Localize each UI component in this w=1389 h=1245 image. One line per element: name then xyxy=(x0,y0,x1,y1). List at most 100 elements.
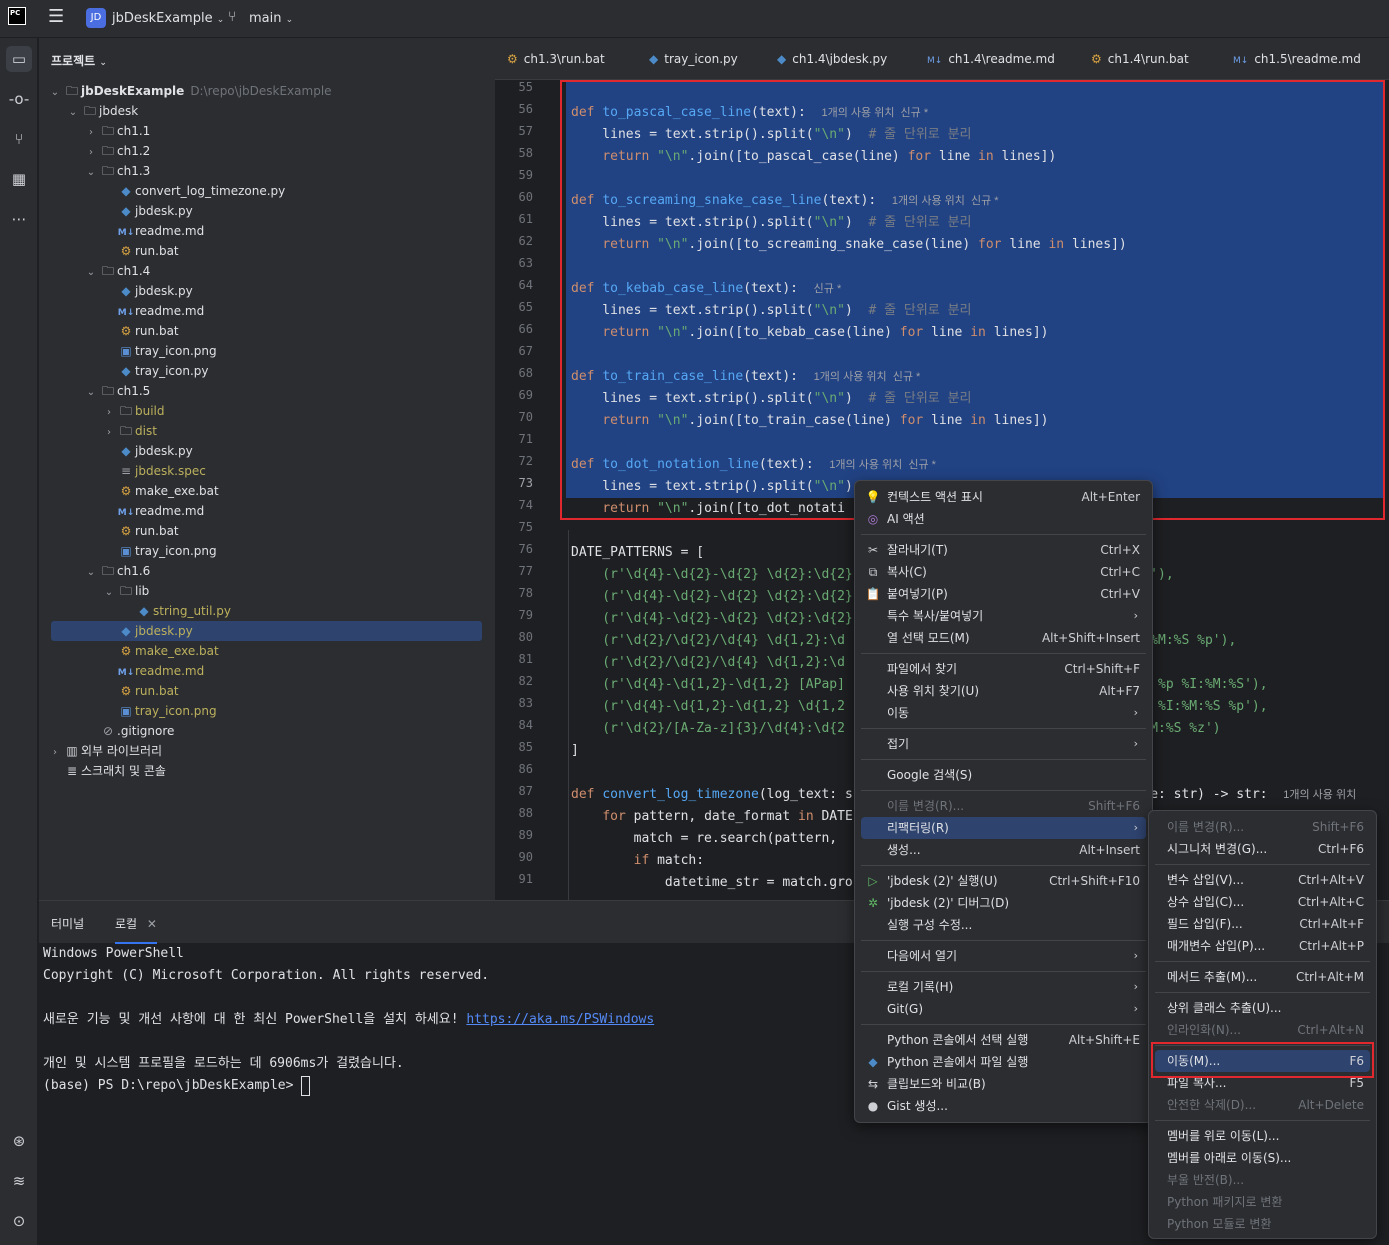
tree-item[interactable]: ⚙ run.bat xyxy=(43,681,179,701)
menu-item[interactable]: ✲ 'jbdesk (2)' 디버그(D) xyxy=(861,892,1146,914)
tree-item[interactable]: M↓readme.md xyxy=(43,221,204,241)
menu-item[interactable]: 💡 컨텍스트 액션 표시 Alt+Enter xyxy=(861,486,1146,508)
chevron-right-icon[interactable]: › xyxy=(83,143,99,163)
project-badge[interactable]: JD xyxy=(86,8,106,28)
menu-item[interactable]: ● Gist 생성... xyxy=(861,1095,1146,1117)
tree-item[interactable]: ⚙ make_exe.bat xyxy=(43,481,219,501)
project-folder-icon[interactable]: ▭ xyxy=(6,46,32,72)
menu-item[interactable]: 상수 삽입(C)... Ctrl+Alt+C xyxy=(1155,891,1370,913)
tree-item[interactable]: ◆ jbdesk.py xyxy=(51,621,482,641)
commit-icon[interactable]: -o- xyxy=(6,86,32,112)
layers-icon[interactable]: ≋ xyxy=(6,1168,32,1194)
more-icon[interactable]: ⋯ xyxy=(6,206,32,232)
tab-terminal[interactable]: 터미널 xyxy=(51,915,84,932)
editor-tab[interactable]: ⚙ ch1.4\run.bat xyxy=(1091,52,1189,66)
chevron-down-icon[interactable]: ⌄ xyxy=(101,583,117,603)
tree-item[interactable]: M↓readme.md xyxy=(43,501,204,521)
project-selector[interactable]: jbDeskExample ⌄ xyxy=(112,11,224,26)
chevron-down-icon[interactable]: ⌄ xyxy=(83,383,99,403)
menu-item[interactable]: 리팩터링(R) › xyxy=(861,817,1146,839)
editor-tab[interactable]: ◆ ch1.4\jbdesk.py xyxy=(777,52,887,66)
tree-item[interactable]: ⌄ 🗀 jbdesk xyxy=(43,101,138,121)
structure-icon[interactable]: ▦ xyxy=(6,166,32,192)
tree-item[interactable]: ⌄ 🗀 lib xyxy=(43,581,150,603)
menu-item[interactable]: Git(G) › xyxy=(861,998,1146,1020)
menu-item[interactable]: ⧉ 복사(C) Ctrl+C xyxy=(861,561,1146,583)
tree-item[interactable]: ⚙ run.bat xyxy=(43,521,179,541)
menu-item[interactable]: 메서드 추출(M)... Ctrl+Alt+M xyxy=(1155,966,1370,988)
menu-item[interactable]: ▷ 'jbdesk (2)' 실행(U) Ctrl+Shift+F10 xyxy=(861,870,1146,892)
tree-item[interactable]: › 🗀 ch1.1 xyxy=(43,121,150,141)
tree-item[interactable]: ⚙ make_exe.bat xyxy=(43,641,219,661)
menu-item[interactable]: 실행 구성 수정... xyxy=(861,914,1146,936)
menu-item[interactable]: 멤버를 아래로 이동(S)... xyxy=(1155,1147,1370,1169)
chevron-right-icon[interactable]: › xyxy=(101,403,117,423)
tree-item[interactable]: ▣ tray_icon.png xyxy=(43,341,216,361)
menu-item[interactable]: 이동 › xyxy=(861,702,1146,724)
menu-item[interactable]: 상위 클래스 추출(U)... xyxy=(1155,997,1370,1019)
editor-tab[interactable]: M↓ ch1.4\readme.md xyxy=(927,52,1055,66)
menu-item[interactable]: ⇆ 클립보드와 비교(B) xyxy=(861,1073,1146,1095)
tree-item[interactable]: ⌄ 🗀 ch1.5 xyxy=(43,381,151,403)
tree-item[interactable]: ⌄ 🗀 ch1.4 xyxy=(43,261,151,283)
editor-tab[interactable]: ◆ tray_icon.py xyxy=(649,52,738,66)
menu-item[interactable]: 열 선택 모드(M) Alt+Shift+Insert xyxy=(861,627,1146,649)
tree-item[interactable]: › ▥ 외부 라이브러리 xyxy=(43,741,162,761)
tree-item[interactable]: M↓readme.md xyxy=(43,661,204,681)
menu-item[interactable]: 📋 붙여넣기(P) Ctrl+V xyxy=(861,583,1146,605)
menu-item[interactable]: 로컬 기록(H) › xyxy=(861,976,1146,998)
menu-item[interactable]: 사용 위치 찾기(U) Alt+F7 xyxy=(861,680,1146,702)
editor-tab[interactable]: ⚙ ch1.3\run.bat xyxy=(507,52,605,66)
chevron-down-icon[interactable]: ⌄ xyxy=(83,563,99,583)
close-icon[interactable]: ✕ xyxy=(147,917,157,931)
menu-item[interactable]: 파일에서 찾기 Ctrl+Shift+F xyxy=(861,658,1146,680)
menu-item[interactable]: 변수 삽입(V)... Ctrl+Alt+V xyxy=(1155,869,1370,891)
tree-item[interactable]: ≣ 스크래치 및 콘솔 xyxy=(43,761,166,781)
tree-item[interactable]: ▣ tray_icon.png xyxy=(43,701,216,721)
tree-item[interactable]: ≡ jbdesk.spec xyxy=(43,461,206,481)
menu-item[interactable]: Python 콘솔에서 선택 실행 Alt+Shift+E xyxy=(861,1029,1146,1051)
menu-item[interactable]: ✂ 잘라내기(T) Ctrl+X xyxy=(861,539,1146,561)
tree-item[interactable]: ◆ jbdesk.py xyxy=(43,441,192,461)
tree-item[interactable]: ◆ jbdesk.py xyxy=(43,281,192,301)
branch-selector[interactable]: main ⌄ xyxy=(249,11,293,26)
menu-item[interactable]: 생성... Alt+Insert xyxy=(861,839,1146,861)
menu-item[interactable]: 특수 복사/붙여넣기 › xyxy=(861,605,1146,627)
python-console-icon[interactable]: ⊛ xyxy=(6,1128,32,1154)
main-menu-icon[interactable]: ☰ xyxy=(48,8,66,26)
tree-item[interactable]: ◆ convert_log_timezone.py xyxy=(43,181,285,201)
menu-item[interactable]: ◆ Python 콘솔에서 파일 실행 xyxy=(861,1051,1146,1073)
chevron-down-icon[interactable]: ⌄ xyxy=(83,263,99,283)
tab-local[interactable]: 로컬 ✕ xyxy=(115,915,157,944)
menu-item[interactable]: Google 검색(S) xyxy=(861,764,1146,786)
tree-item[interactable]: ⌄ 🗀 ch1.3 xyxy=(43,161,151,183)
tree-item[interactable]: ⚙ run.bat xyxy=(43,241,179,261)
tree-item[interactable]: › 🗀 build xyxy=(43,401,165,421)
tree-item[interactable]: ◆ string_util.py xyxy=(43,601,231,621)
tree-item[interactable]: ⚙ run.bat xyxy=(43,321,179,341)
menu-item[interactable]: 접기 › xyxy=(861,733,1146,755)
services-icon[interactable]: ⊙ xyxy=(6,1208,32,1234)
chevron-down-icon[interactable]: ⌄ xyxy=(65,103,81,123)
tree-item[interactable]: ⊘ .gitignore xyxy=(43,721,174,741)
tree-item[interactable]: › 🗀 ch1.2 xyxy=(43,141,150,161)
chevron-right-icon[interactable]: › xyxy=(83,123,99,143)
menu-item[interactable]: 시그니처 변경(G)... Ctrl+F6 xyxy=(1155,838,1370,860)
tree-item[interactable]: ⌄ 🗀 jbDeskExample D:\repo\jbDeskExample xyxy=(43,81,332,101)
chevron-right-icon[interactable]: › xyxy=(101,423,117,443)
menu-item[interactable]: 필드 삽입(F)... Ctrl+Alt+F xyxy=(1155,913,1370,935)
pull-requests-icon[interactable]: ⑂ xyxy=(6,126,32,152)
chevron-right-icon[interactable]: › xyxy=(47,743,63,763)
tree-item[interactable]: ◆ jbdesk.py xyxy=(43,201,192,221)
menu-item[interactable]: ◎ AI 액션 xyxy=(861,508,1146,530)
tree-item[interactable]: ⌄ 🗀 ch1.6 xyxy=(43,561,151,583)
menu-item[interactable]: 멤버를 위로 이동(L)... xyxy=(1155,1125,1370,1147)
menu-item[interactable]: 다음에서 열기 › xyxy=(861,945,1146,967)
editor-tab[interactable]: M↓ ch1.5\readme.md xyxy=(1233,52,1361,66)
chevron-down-icon[interactable]: ⌄ xyxy=(83,163,99,183)
powershell-link[interactable]: https://aka.ms/PSWindows xyxy=(466,1012,654,1027)
tree-item[interactable]: M↓readme.md xyxy=(43,301,204,321)
tree-item[interactable]: ◆ tray_icon.py xyxy=(43,361,208,381)
panel-title[interactable]: 프로젝트 ⌄ xyxy=(51,52,107,69)
tree-item[interactable]: › 🗀 dist xyxy=(43,421,157,441)
